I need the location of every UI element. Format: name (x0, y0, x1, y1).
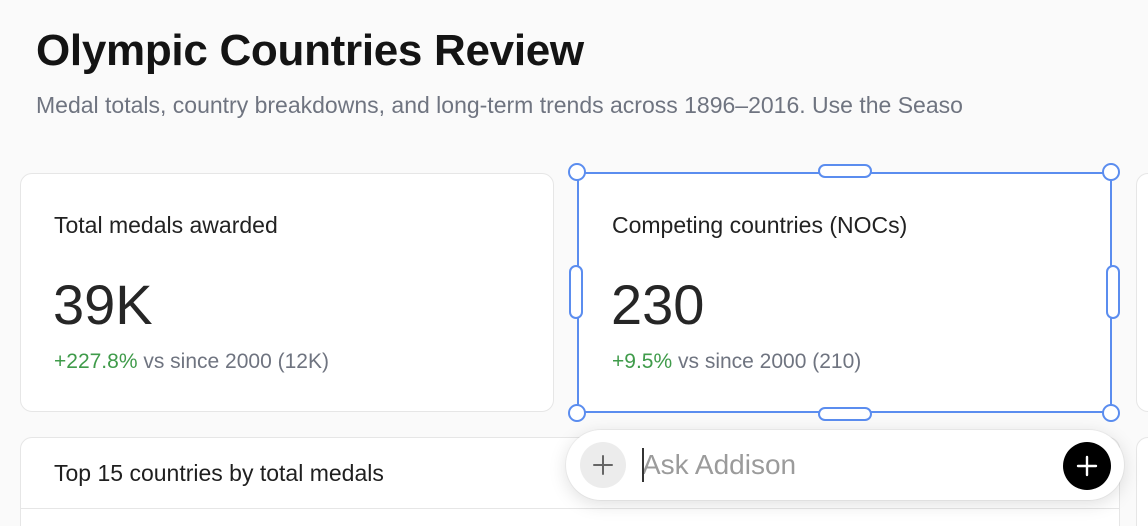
ask-input[interactable] (642, 447, 1052, 483)
dashboard-page: Olympic Countries Review Medal totals, c… (0, 0, 1148, 526)
kpi-card-total-medals[interactable]: Total medals awarded 39K +227.8% vs sinc… (20, 173, 554, 412)
kpi-label: Competing countries (NOCs) (612, 212, 908, 238)
send-button[interactable] (1063, 442, 1111, 490)
kpi-card-partial[interactable] (1136, 173, 1148, 412)
table-card-partial (1136, 437, 1148, 526)
plus-icon (593, 455, 613, 475)
kpi-comparison: vs since 2000 (12K) (143, 350, 329, 373)
table-title: Top 15 countries by total medals (54, 460, 384, 486)
kpi-delta: +227.8% vs since 2000 (12K) (54, 350, 329, 374)
resize-handle-top[interactable] (818, 164, 872, 178)
table-header-divider (21, 508, 1119, 509)
page-subtitle: Medal totals, country breakdowns, and lo… (36, 92, 963, 118)
kpi-delta-percent: +227.8% (54, 350, 138, 373)
resize-handle-top-right[interactable] (1102, 163, 1120, 181)
kpi-value: 230 (611, 273, 705, 336)
text-caret (642, 448, 644, 482)
resize-handle-bottom-left[interactable] (568, 404, 586, 422)
resize-handle-top-left[interactable] (568, 163, 586, 181)
page-title: Olympic Countries Review (36, 26, 584, 75)
resize-handle-bottom[interactable] (818, 407, 872, 421)
kpi-delta: +9.5% vs since 2000 (210) (612, 350, 861, 374)
kpi-delta-percent: +9.5% (612, 350, 673, 373)
resize-handle-left[interactable] (569, 265, 583, 319)
kpi-comparison: vs since 2000 (210) (677, 350, 862, 373)
kpi-value: 39K (53, 273, 153, 336)
attach-button[interactable] (580, 442, 626, 488)
kpi-card-competing-countries[interactable]: Competing countries (NOCs) 230 +9.5% vs … (578, 173, 1112, 412)
plus-icon (1076, 455, 1098, 477)
resize-handle-right[interactable] (1106, 265, 1120, 319)
resize-handle-bottom-right[interactable] (1102, 404, 1120, 422)
kpi-label: Total medals awarded (54, 212, 278, 238)
ask-addison-bar (566, 430, 1124, 500)
